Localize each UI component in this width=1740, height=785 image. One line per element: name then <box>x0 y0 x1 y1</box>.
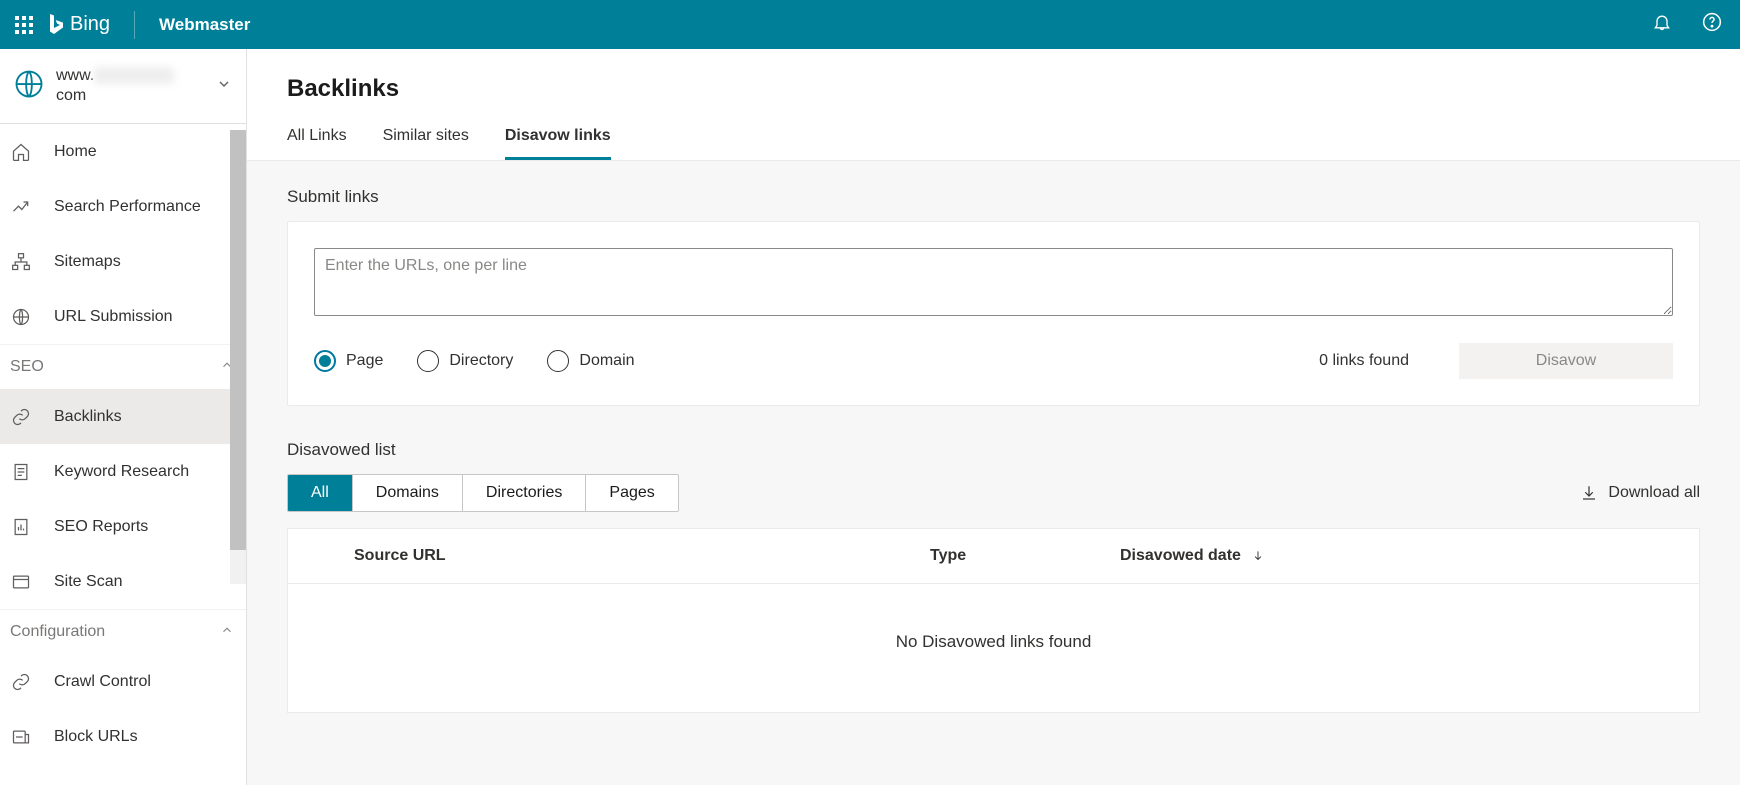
sidebar: www.xxxxxxxxxx com Home Search Performan… <box>0 49 247 785</box>
scan-icon <box>10 571 32 593</box>
sidebar-item-crawl-control[interactable]: Crawl Control <box>0 654 246 709</box>
sidebar-item-search-performance[interactable]: Search Performance <box>0 179 246 234</box>
globe-small-icon <box>10 306 32 328</box>
disavowed-list-label: Disavowed list <box>287 440 1700 460</box>
urls-textarea[interactable] <box>314 248 1673 316</box>
submit-links-label: Submit links <box>287 187 1700 207</box>
app-launcher-button[interactable] <box>0 16 48 34</box>
sidebar-section-seo[interactable]: SEO <box>0 344 246 389</box>
chevron-down-icon <box>216 76 232 97</box>
col-source-url[interactable]: Source URL <box>310 547 930 565</box>
sidebar-item-url-submission[interactable]: URL Submission <box>0 289 246 344</box>
sidebar-item-label: Keyword Research <box>54 463 189 481</box>
tab-similar-sites[interactable]: Similar sites <box>383 127 469 160</box>
trend-icon <box>10 196 32 218</box>
links-found-text: 0 links found <box>1319 352 1409 370</box>
radio-directory[interactable]: Directory <box>417 350 513 372</box>
sidebar-item-label: Block URLs <box>54 728 138 746</box>
sidebar-item-label: Sitemaps <box>54 253 121 271</box>
sidebar-item-keyword-research[interactable]: Keyword Research <box>0 444 246 499</box>
radio-icon <box>547 350 569 372</box>
report-icon <box>10 516 32 538</box>
top-header: Bing Webmaster <box>0 0 1740 49</box>
disavowed-table: Source URL Type Disavowed date No Disavo… <box>287 528 1700 713</box>
radio-label: Page <box>346 352 383 370</box>
tab-all-links[interactable]: All Links <box>287 127 347 160</box>
pill-pages[interactable]: Pages <box>586 475 677 511</box>
sidebar-item-label: Search Performance <box>54 198 201 216</box>
sort-down-icon <box>1251 549 1265 563</box>
page-title: Backlinks <box>287 75 1740 103</box>
pill-all[interactable]: All <box>288 475 353 511</box>
sitemap-icon <box>10 251 32 273</box>
sidebar-item-block-urls[interactable]: Block URLs <box>0 709 246 764</box>
col-type[interactable]: Type <box>930 547 1120 565</box>
radio-icon <box>417 350 439 372</box>
empty-state: No Disavowed links found <box>288 584 1699 712</box>
radio-label: Domain <box>579 352 634 370</box>
submit-links-card: Page Directory Domain 0 links found Disa… <box>287 221 1700 406</box>
sidebar-item-seo-reports[interactable]: SEO Reports <box>0 499 246 554</box>
bell-icon <box>1652 12 1672 32</box>
sidebar-item-label: Crawl Control <box>54 673 151 691</box>
sidebar-section-label: Configuration <box>10 623 105 641</box>
sidebar-item-label: SEO Reports <box>54 518 148 536</box>
pill-domains[interactable]: Domains <box>353 475 463 511</box>
sidebar-item-site-scan[interactable]: Site Scan <box>0 554 246 609</box>
page-header: Backlinks All Links Similar sites Disavo… <box>247 49 1740 161</box>
tabs: All Links Similar sites Disavow links <box>287 127 1740 160</box>
globe-icon <box>14 69 44 104</box>
sidebar-item-home[interactable]: Home <box>0 124 246 179</box>
col-disavowed-date[interactable]: Disavowed date <box>1120 547 1265 565</box>
radio-page[interactable]: Page <box>314 350 383 372</box>
notifications-button[interactable] <box>1652 12 1672 37</box>
sidebar-scrollbar-thumb[interactable] <box>230 130 246 550</box>
radio-label: Directory <box>449 352 513 370</box>
site-picker[interactable]: www.xxxxxxxxxx com <box>0 49 246 124</box>
app-name: Webmaster <box>159 15 250 35</box>
help-button[interactable] <box>1702 12 1722 37</box>
site-name: www.xxxxxxxxxx com <box>56 66 174 106</box>
sidebar-item-sitemaps[interactable]: Sitemaps <box>0 234 246 289</box>
sidebar-item-label: Home <box>54 143 97 161</box>
sidebar-item-label: Backlinks <box>54 408 122 426</box>
waffle-icon <box>15 16 33 34</box>
sidebar-item-label: Site Scan <box>54 573 122 591</box>
document-icon <box>10 461 32 483</box>
bing-label: Bing <box>70 13 110 36</box>
sidebar-section-configuration[interactable]: Configuration <box>0 609 246 654</box>
sidebar-section-label: SEO <box>10 358 44 376</box>
download-icon <box>1580 484 1598 502</box>
bing-logo[interactable]: Bing <box>48 13 110 36</box>
link-icon <box>10 671 32 693</box>
pill-directories[interactable]: Directories <box>463 475 586 511</box>
block-icon <box>10 726 32 748</box>
radio-domain[interactable]: Domain <box>547 350 634 372</box>
download-all-label: Download all <box>1608 484 1700 502</box>
download-all-button[interactable]: Download all <box>1580 484 1700 502</box>
link-icon <box>10 406 32 428</box>
tab-disavow-links[interactable]: Disavow links <box>505 127 611 160</box>
brand-block: Bing Webmaster <box>48 11 250 39</box>
brand-separator <box>134 11 135 39</box>
home-icon <box>10 141 32 163</box>
bing-icon <box>48 14 64 36</box>
chevron-up-icon <box>220 623 234 642</box>
table-header: Source URL Type Disavowed date <box>288 529 1699 584</box>
sidebar-item-backlinks[interactable]: Backlinks <box>0 389 246 444</box>
main-area: Backlinks All Links Similar sites Disavo… <box>247 49 1740 785</box>
sidebar-item-label: URL Submission <box>54 308 173 326</box>
radio-icon <box>314 350 336 372</box>
help-icon <box>1702 12 1722 32</box>
filter-pills: All Domains Directories Pages <box>287 474 679 512</box>
disavow-button[interactable]: Disavow <box>1459 343 1673 379</box>
